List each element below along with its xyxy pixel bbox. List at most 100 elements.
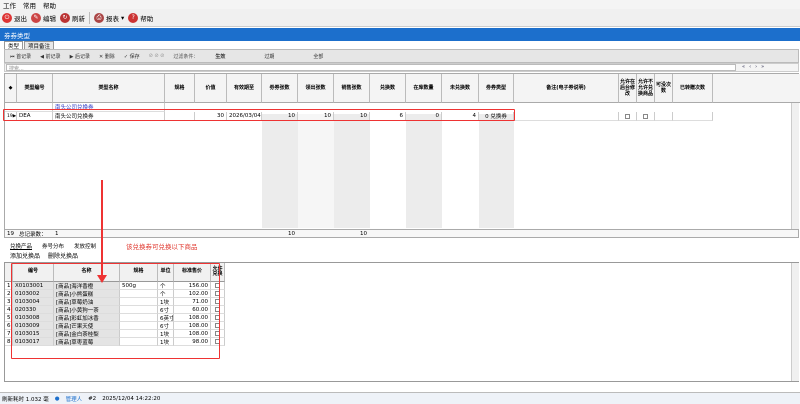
toolbar-divider (89, 11, 90, 24)
exit-label: 退出 (14, 14, 27, 23)
tab-number-distribution[interactable]: 券号分布 (42, 242, 64, 250)
status-id: #2 (88, 395, 97, 402)
cell-remark[interactable] (514, 112, 619, 121)
delete-label: 删除 (104, 53, 115, 60)
chevron-down-icon: ▾ (121, 13, 125, 22)
row-highlight-annotation (3, 109, 515, 121)
col-allow-goods-header[interactable]: 允许不允许兑换商品 (637, 74, 655, 103)
filter-label: 过滤条件： (173, 53, 199, 60)
summary-issued: 10 (288, 231, 295, 237)
filter-all[interactable]: 全部 (313, 53, 323, 60)
tab-strip: 类型 项目备注 (0, 41, 800, 50)
annotation-text: 该兑换券可兑换以下商品 (126, 243, 198, 251)
user-icon: ● (54, 395, 60, 402)
window-title: 劵券类型 (0, 28, 800, 41)
col-sold-header[interactable]: 销售张数 (334, 74, 370, 103)
col-code-header[interactable]: 类型编号 (17, 74, 53, 103)
next-page-icon[interactable]: › (755, 64, 757, 71)
checkbox-box (625, 113, 630, 119)
vertical-scrollbar[interactable] (791, 263, 799, 381)
record-navbar: ⏮ 首记录 ◀ 前记录 ▶ 后记录 ✕ 删除 ✓ 保存 ⊘ ⊘ ⊘ 过滤条件： … (4, 49, 799, 63)
row-indicator-header: ◆ (5, 74, 17, 103)
summary-label: 总记录数： (19, 232, 47, 238)
exit-button[interactable]: ⏻ 退出 (2, 12, 27, 23)
column-shade (406, 114, 442, 228)
summary-rows: 1 (55, 231, 59, 237)
detail-actions: 添加兑换品 删除兑换品 (10, 251, 78, 260)
products-highlight-annotation (11, 263, 220, 359)
annotation-arrow (101, 180, 103, 280)
delete-button[interactable]: ✕ 删除 (99, 53, 115, 60)
checkbox-allow-modify[interactable] (619, 112, 637, 121)
save-button[interactable]: ✓ 保存 (124, 53, 140, 60)
status-bar: 刷新耗时 1.032 毫 ● 管理人 #2 2025/12/04 14:22:2… (0, 392, 800, 404)
prev-page-icon[interactable]: ‹ (749, 64, 751, 71)
menu-bar: 工作 常用 帮助 (0, 0, 800, 10)
col-expiry-header[interactable]: 有效期至 (227, 74, 262, 103)
filter-active[interactable]: 生效 (215, 53, 225, 60)
tab-redeem-products[interactable]: 兑换产品 (10, 242, 32, 250)
header-filler (713, 74, 800, 103)
search-input[interactable]: 搜索... (6, 64, 736, 72)
checkbox-box (643, 113, 648, 119)
remove-product-button[interactable]: 删除兑换品 (48, 251, 78, 260)
help-label: 帮助 (140, 14, 154, 23)
column-shade (298, 114, 334, 228)
col-remark-header[interactable]: 备注(电子券说明) (514, 74, 619, 103)
refresh-button[interactable]: ↻ 刷新 (60, 12, 85, 23)
vertical-scrollbar[interactable] (791, 103, 799, 233)
save-label: 保存 (129, 53, 140, 60)
refresh-label: 刷新 (72, 14, 85, 23)
prev-record-button[interactable]: ◀ 前记录 (40, 53, 60, 60)
pager: « ‹ › » (742, 64, 797, 71)
coupon-type-grid: ◆ 类型编号 类型名称 规格 价值 有效期至 劵券张数 领出张数 销售张数 兑换… (4, 73, 800, 236)
exit-icon: ⏻ (2, 12, 12, 23)
col-value-header[interactable]: 价值 (195, 74, 227, 103)
help-button[interactable]: ? 帮助 (128, 12, 154, 23)
tab-type[interactable]: 类型 (4, 41, 24, 50)
col-type-header[interactable]: 劵券类型 (479, 74, 514, 103)
summary-row: 19 总记录数： 1 10 10 (4, 229, 799, 238)
next-record-button[interactable]: ▶ 后记录 (70, 53, 90, 60)
report-button[interactable]: ⎙ 报表 ▾ (94, 12, 125, 23)
checkbox-allow-goods[interactable] (637, 112, 655, 121)
column-shade (262, 114, 298, 228)
first-page-icon[interactable]: « (742, 64, 745, 71)
report-label: 报表 (106, 14, 119, 23)
status-user: 管理人 (65, 396, 83, 403)
first-record-label: 首记录 (16, 53, 32, 60)
col-name-header[interactable]: 类型名称 (53, 74, 165, 103)
prev-record-label: 前记录 (45, 53, 61, 60)
tab-notes[interactable]: 项目备注 (24, 41, 55, 50)
summary-sold: 10 (360, 231, 367, 237)
disabled-button: ⊘ ⊘ ⊘ (148, 53, 165, 59)
col-issued-header[interactable]: 劵券张数 (262, 74, 298, 103)
col-allow-modify-header[interactable]: 允许在后台修改 (619, 74, 637, 103)
tab-issue-control[interactable]: 发放控制 (74, 242, 96, 250)
arrow-head-icon (97, 275, 107, 283)
add-product-button[interactable]: 添加兑换品 (10, 251, 40, 260)
toolbar: ⏻ 退出 ✎ 编辑 ↻ 刷新 ⎙ 报表 ▾ ? 帮助 (0, 9, 800, 27)
col-redeemed-header[interactable]: 兑换数 (370, 74, 406, 103)
edit-icon: ✎ (31, 12, 41, 23)
column-shade (479, 114, 514, 228)
print-icon: ⎙ (94, 12, 104, 23)
col-times-header[interactable]: 可没次数 (655, 74, 673, 103)
col-taken-header[interactable]: 领出张数 (298, 74, 334, 103)
edit-button[interactable]: ✎ 编辑 (31, 12, 56, 23)
col-stock-header[interactable]: 在库数量 (406, 74, 442, 103)
refresh-icon: ↻ (60, 12, 70, 23)
filter-expired[interactable]: 过期 (264, 53, 274, 60)
last-page-icon[interactable]: » (761, 64, 764, 71)
next-record-label: 后记录 (75, 53, 91, 60)
status-time: 刷新耗时 1.032 毫 (2, 396, 49, 403)
help-icon: ? (128, 12, 139, 23)
col-unredeemed-header[interactable]: 未兑换数 (442, 74, 479, 103)
col-spec-header[interactable]: 规格 (165, 74, 195, 103)
first-record-button[interactable]: ⏮ 首记录 (10, 53, 31, 60)
cell-transfer[interactable] (673, 112, 713, 121)
detail-tabs: 兑换产品 券号分布 发放控制 (10, 242, 96, 250)
col-transfer-header[interactable]: 已转赠次数 (673, 74, 713, 103)
cell-times[interactable] (655, 112, 673, 121)
edit-label: 编辑 (43, 14, 56, 23)
